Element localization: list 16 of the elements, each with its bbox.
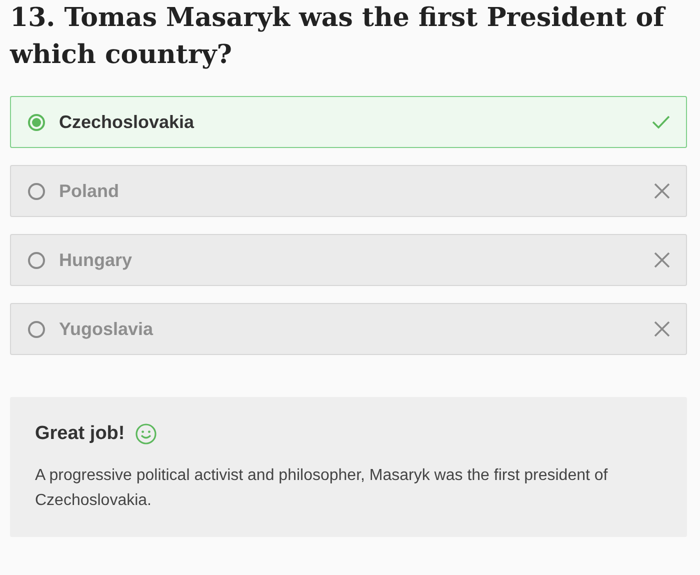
option-label: Yugoslavia (59, 318, 154, 340)
answer-option[interactable]: Poland (10, 165, 687, 217)
radio-button[interactable] (28, 252, 45, 268)
radio-button[interactable] (28, 182, 45, 200)
radio-button[interactable] (28, 114, 45, 130)
answer-option[interactable]: Czechoslovakia (10, 96, 687, 148)
feedback-title: Great job! (35, 423, 125, 445)
radio-button[interactable] (28, 320, 45, 338)
option-label: Czechoslovakia (59, 112, 196, 132)
option-label: Hungary (59, 250, 134, 270)
option-label: Poland (59, 180, 120, 202)
answer-option[interactable]: Hungary (10, 234, 687, 286)
smiley-icon (134, 423, 157, 445)
question-title: 13. Tomas Masaryk was the first President of which country? (10, 2, 667, 72)
feedback-text: A progressive political activist and philosopher, Masaryk was the first president of Czechoslovakia. (35, 466, 609, 511)
answer-option[interactable]: Yugoslavia (10, 303, 687, 355)
